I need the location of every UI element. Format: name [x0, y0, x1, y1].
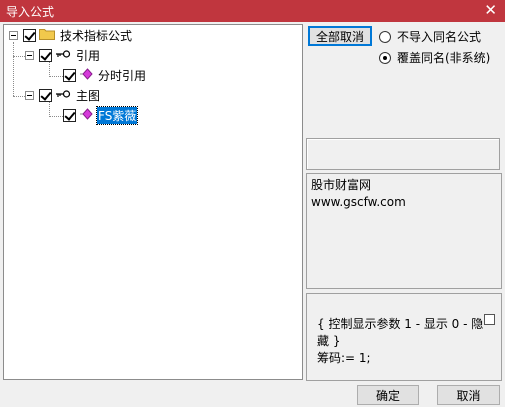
tree-connector — [13, 56, 25, 57]
tree-checkbox-item-ref[interactable] — [63, 68, 76, 82]
tree-connector — [49, 116, 63, 117]
tree-checkbox-group-ref[interactable] — [39, 48, 52, 62]
tree-connector — [49, 76, 63, 77]
code-checkbox[interactable] — [484, 314, 495, 325]
tree-node-group-main[interactable]: 主图 — [25, 87, 101, 103]
radio-no-import-label: 不导入同名公式 — [397, 30, 482, 44]
formula-tree[interactable]: 技术指标公式 引用 分时引用 主图 FS紫薇 — [3, 24, 303, 380]
radio-overwrite[interactable]: 覆盖同名(非系统) — [379, 49, 490, 66]
tree-label-item-ref: 分时引用 — [98, 68, 147, 83]
tree-checkbox-item-main[interactable] — [63, 108, 76, 122]
tree-node-item-ref[interactable]: 分时引用 — [63, 67, 147, 83]
folder-icon — [39, 28, 55, 43]
empty-panel — [306, 138, 500, 170]
ok-button[interactable]: 确定 — [357, 385, 419, 405]
radio-overwrite-indicator[interactable] — [379, 51, 391, 64]
tree-label-root: 技术指标公式 — [60, 28, 133, 43]
tree-checkbox-root[interactable] — [23, 28, 36, 42]
collapse-icon[interactable] — [25, 90, 34, 100]
info-line-2: www.gscfw.com — [311, 195, 406, 209]
code-line-3: 筹码:= 1; — [317, 351, 371, 365]
formula-icon — [79, 67, 93, 83]
tree-connector — [49, 61, 50, 77]
radio-no-import-indicator[interactable] — [379, 30, 391, 43]
close-icon[interactable]: ✕ — [484, 1, 497, 19]
select-all-cancel-button[interactable]: 全部取消 — [308, 26, 372, 46]
window-title: 导入公式 — [6, 5, 55, 19]
key-icon — [55, 88, 71, 102]
tree-checkbox-group-main[interactable] — [39, 88, 52, 102]
tree-node-group-ref[interactable]: 引用 — [25, 47, 101, 63]
title-bar: 导入公式 ✕ — [0, 0, 505, 22]
key-icon — [55, 48, 71, 62]
info-line-1: 股市财富网 — [311, 178, 372, 192]
formula-code-panel: { 控制显示参数 1 - 显示 0 - 隐 藏 } 筹码:= 1; — [306, 293, 502, 381]
code-line-1: { 控制显示参数 1 - 显示 0 - 隐 — [317, 317, 484, 331]
tree-label-group-main: 主图 — [76, 88, 101, 103]
code-line-2: 藏 } — [317, 334, 341, 348]
tree-label-item-main: FS紫薇 — [95, 105, 139, 125]
tree-connector — [49, 101, 50, 117]
tree-node-item-main[interactable]: FS紫薇 — [63, 105, 139, 125]
cancel-button[interactable]: 取消 — [437, 385, 500, 405]
tree-node-root[interactable]: 技术指标公式 — [9, 27, 133, 43]
tree-connector — [13, 42, 14, 96]
collapse-icon[interactable] — [25, 50, 34, 60]
formula-info-panel: 股市财富网 www.gscfw.com — [306, 173, 502, 289]
tree-label-group-ref: 引用 — [76, 48, 101, 63]
collapse-icon[interactable] — [9, 30, 18, 40]
formula-icon — [79, 107, 93, 123]
tree-connector — [13, 96, 25, 97]
radio-no-import[interactable]: 不导入同名公式 — [379, 28, 481, 45]
radio-overwrite-label: 覆盖同名(非系统) — [397, 51, 491, 65]
